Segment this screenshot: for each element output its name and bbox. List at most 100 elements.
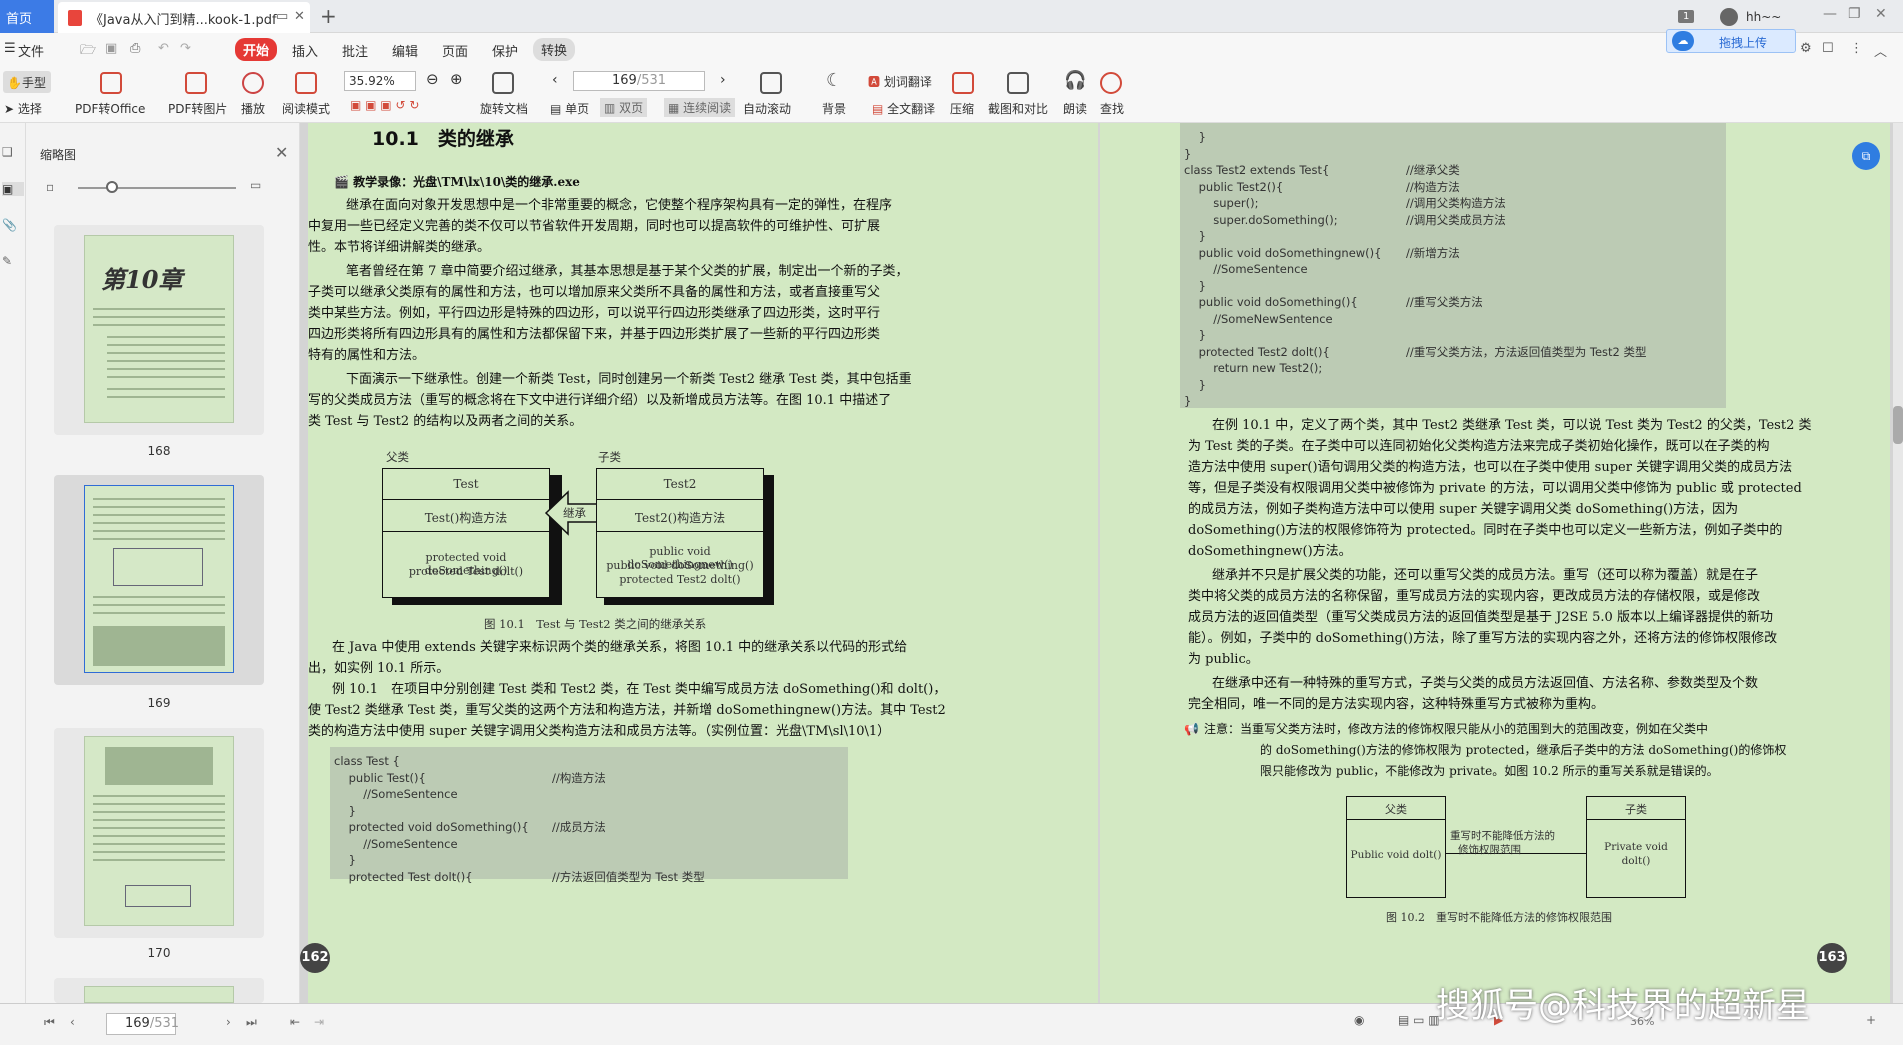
compress-button[interactable]: 压缩 [950,100,974,117]
tab-document[interactable]: 《Java从入门到精...kook-1.pdf ▭ ✕ [58,2,310,33]
user-name[interactable]: hh~~ [1746,10,1781,24]
maximize-icon[interactable]: ❐ [1848,6,1861,22]
class-constructor: Test()构造方法 [424,511,508,525]
print-icon[interactable]: ⎙ [130,41,140,56]
thumbnail-169[interactable] [54,475,264,685]
text-line: 的 doSomething()方法的修饰权限为 protected，继承后子类中… [1260,743,1787,757]
menu-file[interactable]: 文件 [18,41,44,60]
code-line: } [1184,393,1730,410]
save-icon[interactable]: ▣ [105,41,117,56]
menu-icon[interactable]: ☰ [4,41,16,56]
thumbnail-170[interactable] [54,728,264,938]
slider-knob[interactable] [106,181,118,193]
play-button[interactable]: 播放 [241,100,265,117]
restore-tab-icon[interactable]: ▭ [276,9,288,24]
minimize-icon[interactable]: — [1823,6,1837,22]
prev-page-icon[interactable]: ‹ [552,72,558,88]
menu-annotate[interactable]: 批注 [342,41,368,60]
zoom-out-icon[interactable]: ⊖ [426,70,439,88]
menu-protect[interactable]: 保护 [492,41,518,60]
background-button[interactable]: 背景 [822,100,846,117]
class-method: protected Test dolt() [408,565,524,578]
autoscroll-button[interactable]: 自动滚动 [743,100,791,117]
menu-convert[interactable]: 转换 [533,38,576,61]
small-thumb-icon[interactable]: ▫ [46,180,54,194]
panel-close-icon[interactable]: ✕ [275,143,288,162]
code-line: } [334,803,852,820]
forward-icon[interactable]: ⇥ [314,1015,324,1029]
new-tab-icon[interactable]: + [320,4,337,28]
full-translate-button[interactable]: ▤ 全文翻译 [872,100,935,117]
screenshot-icon [1007,72,1029,94]
thumbnail-icon[interactable]: ▣ [2,182,24,196]
menu-page[interactable]: 页面 [442,41,468,60]
large-thumb-icon[interactable]: ▭ [250,178,261,192]
float-tool-icon[interactable]: ⧉ [1852,142,1880,170]
bookmark-icon[interactable]: ❑ [2,145,13,159]
comment-icon[interactable]: ☐ [1822,41,1834,56]
code-text: } [1184,130,1206,144]
stamp-icon[interactable]: ✎ [2,254,12,268]
next-page-status-icon[interactable]: › [226,1015,231,1029]
word-translate-button[interactable]: 🅰 划词翻译 [868,73,932,90]
open-icon[interactable]: 🗁 [80,41,96,63]
continuous-button[interactable]: ▦ 连续阅读 [664,98,736,117]
rotate-button[interactable]: 旋转文档 [480,100,528,117]
class-method: protected Test2 dolt() [619,573,741,586]
gear-icon[interactable]: ⚙ [1800,41,1812,56]
attachment-icon[interactable]: 📎 [2,218,17,232]
menu-edit[interactable]: 编辑 [392,41,418,60]
vertical-scrollbar[interactable] [1893,123,1903,1003]
thumbnail-168[interactable]: 第10章 [54,225,264,435]
screenshot-button[interactable]: 截图和对比 [988,100,1048,117]
undo-icon[interactable]: ↶ [158,41,169,56]
text-line: 为 Test 类的子类。在子类中可以连同初始化父类构造方法来完成子类初始化操作，… [1188,439,1770,454]
close-window-icon[interactable]: ✕ [1875,6,1887,22]
last-page-icon[interactable]: ⏭ [246,1015,257,1030]
text-line: 在 Java 中使用 extends 关键字来标识两个类的继承关系，将图 10.… [332,640,908,655]
read-mode-button[interactable]: 阅读模式 [282,100,330,117]
code-text: return new Test2(); [1184,361,1323,375]
code-block: }} class Test2 extends Test{//继承父类 public… [1180,123,1726,408]
code-text: protected void doSomething(){ [334,820,529,834]
notification-badge[interactable]: 1 [1678,10,1695,23]
page-input[interactable]: 169/531 [573,71,705,91]
menu-start[interactable]: 开始 [235,38,278,61]
hand-tool-button[interactable]: ✋手型 [3,71,51,93]
avatar[interactable] [1720,8,1738,26]
prev-page-status-icon[interactable]: ‹ [70,1015,75,1029]
thumb-size-slider[interactable] [78,187,236,189]
zoom-in-status-icon[interactable]: + [1866,1013,1876,1027]
back-icon[interactable]: ⇤ [290,1015,300,1029]
view-mode-icon[interactable]: ▤ ▭ ▥ [1398,1013,1440,1027]
watermark: 搜狐号@科技界的超新星 [1436,986,1810,1026]
zoom-in-icon[interactable]: ⊕ [450,70,463,88]
pdf-to-office-button[interactable]: PDF转Office [75,100,145,117]
scrollbar-thumb[interactable] [1893,406,1903,444]
next-page-icon[interactable]: › [720,72,726,88]
double-page-button[interactable]: ▥ 双页 [600,98,648,117]
first-page-icon[interactable]: ⏮ [44,1015,55,1030]
eye-care-icon[interactable]: ◉ [1354,1013,1364,1027]
zoom-select[interactable]: 35.92% [344,71,416,91]
collapse-ribbon-icon[interactable]: ︿ [1874,41,1887,60]
text-line: 注意：当重写父类方法时，修改方法的修饰权限只能从小的范围到大的范围改变，例如在父… [1204,722,1709,736]
read-aloud-button[interactable]: 朗读 [1063,100,1087,117]
fit-page-icon[interactable]: ▣ ▣ ▣ ↺ ↻ [350,98,419,112]
inheritance-arrow-label: 继承 [563,506,586,520]
more-icon[interactable]: ⋮ [1850,41,1863,56]
code-line: super(); //调用父类构造方法 [1184,195,1730,212]
redo-icon[interactable]: ↷ [180,41,191,56]
pdf-to-image-button[interactable]: PDF转图片 [168,100,227,117]
status-page-input[interactable]: 169/531 [106,1013,179,1035]
thumbnail-171[interactable] [54,978,264,1003]
close-tab-icon[interactable]: ✕ [294,9,305,24]
select-tool-button[interactable]: ➤ 选择 [4,100,42,117]
tab-home[interactable]: 首页 [0,0,54,33]
single-page-button[interactable]: ▤ 单页 [550,100,589,117]
page-right: }} class Test2 extends Test{//继承父类 public… [1100,123,1890,1003]
menu-insert[interactable]: 插入 [292,41,318,60]
find-button[interactable]: 查找 [1100,100,1124,117]
child-class-label: 子类 [598,450,621,464]
page-left: 10.1 类的继承 🎬 教学录像：光盘\TM\lx\10\类的继承.exe 继承… [300,123,1098,1003]
